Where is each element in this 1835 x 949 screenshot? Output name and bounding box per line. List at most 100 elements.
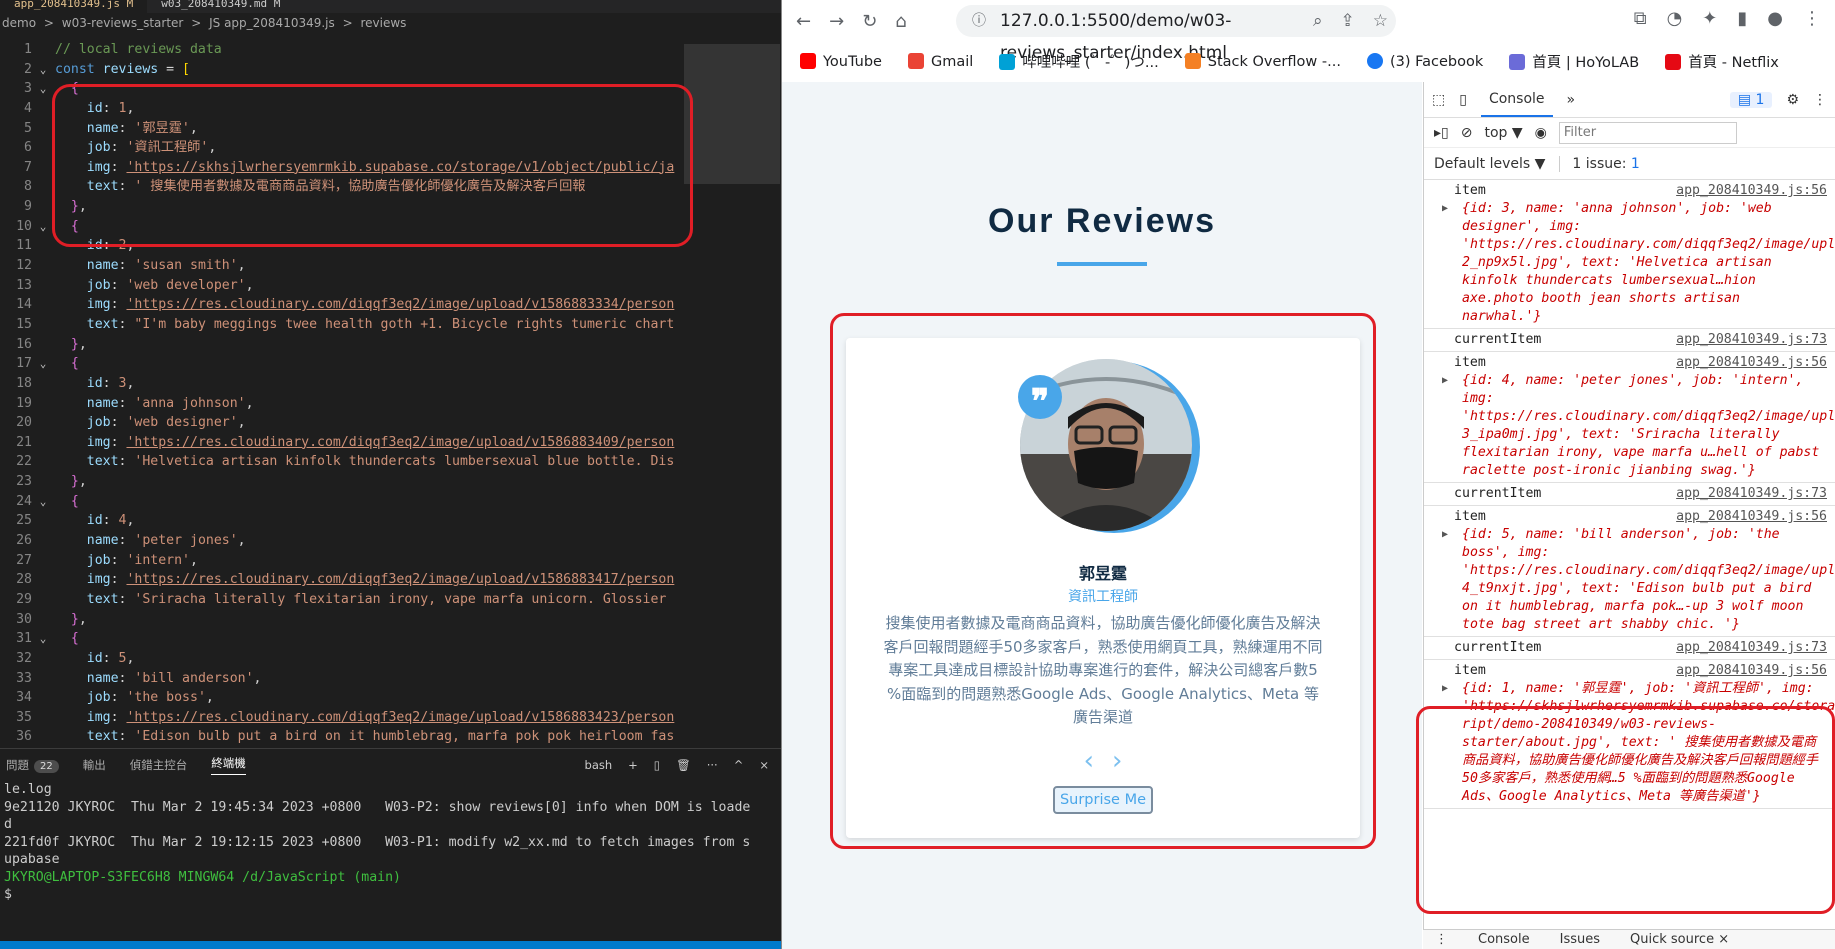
bookmark-stackoverflow[interactable]: Stack Overflow -... [1184,52,1341,70]
reload-icon[interactable]: ↻ [862,11,877,32]
bookmark-gmail[interactable]: Gmail [907,52,973,70]
new-terminal-icon[interactable]: + [628,758,638,772]
code-line[interactable]: 28 img: 'https://res.cloudinary.com/diqq… [0,570,781,590]
tab-app-js[interactable]: app_208410349.js M [0,0,148,13]
filter-input[interactable]: Filter [1558,121,1737,144]
inspect-icon[interactable]: ⬚ [1432,92,1445,108]
code-line[interactable]: 33 name: 'bill anderson', [0,669,781,689]
issues-indicator[interactable]: 1 issue: 1 [1559,155,1640,172]
code-line[interactable]: 19 name: 'anna johnson', [0,394,781,414]
code-line[interactable]: 25 id: 4, [0,511,781,531]
drawer-tab-issues[interactable]: Issues [1560,932,1600,947]
clear-console-icon[interactable]: ⊘ [1461,125,1473,141]
fold-chevron-icon[interactable]: ⌄ [32,60,54,80]
code-line[interactable]: 27 job: 'intern', [0,551,781,571]
back-icon[interactable]: ← [796,11,811,32]
code-line[interactable]: 29 text: 'Sriracha literally flexitarian… [0,590,781,610]
tab-console[interactable]: Console [1480,83,1553,117]
extension-icon[interactable]: ◔ [1667,8,1683,29]
live-expression-icon[interactable]: ◉ [1535,125,1547,141]
expand-arrow-icon[interactable]: ▶ [1442,200,1448,218]
drawer-tab-quick-source[interactable]: Quick source × [1630,932,1729,947]
code-line[interactable]: 15 text: "I'm baby meggings twee health … [0,315,781,335]
breadcrumb-folder[interactable]: w03-reviews_starter [62,16,184,30]
source-link[interactable]: app_208410349.js:56 [1676,182,1827,200]
menu-icon[interactable]: ⋮ [1803,8,1821,29]
bookmark-star-icon[interactable]: ☆ [1373,5,1388,37]
tab-output[interactable]: 輸出 [83,757,106,773]
breadcrumb-file[interactable]: JS app_208410349.js [209,16,335,30]
code-line[interactable]: 23 }, [0,472,781,492]
code-line[interactable]: 24 ⌄ { [0,492,781,512]
console-entry[interactable]: currentItem app_208410349.js:73 [1424,637,1835,660]
bookmark-youtube[interactable]: YouTube [800,52,882,70]
code-line[interactable]: 14 img: 'https://res.cloudinary.com/diqq… [0,295,781,315]
code-line[interactable]: 30 }, [0,610,781,630]
console-object[interactable]: ▶ {id: 5, name: 'bill anderson', job: 'th… [1442,526,1835,634]
code-line[interactable]: 12 name: 'susan smith', [0,256,781,276]
code-line[interactable]: 16 }, [0,335,781,355]
log-levels-dropdown[interactable]: Default levels ▼ [1434,156,1545,172]
expand-arrow-icon[interactable]: ▶ [1442,526,1448,544]
code-line[interactable]: 17 ⌄ { [0,354,781,374]
drawer-tab-console[interactable]: Console [1478,932,1530,947]
shell-selector[interactable]: bash [585,758,613,772]
forward-icon[interactable]: → [829,11,844,32]
home-icon[interactable]: ⌂ [895,11,906,32]
address-bar[interactable]: ⓘ 127.0.0.1:5500/demo/w03-reviews_starte… [956,5,1396,63]
tab-terminal[interactable]: 終端機 [211,755,246,775]
console-entry[interactable]: item app_208410349.js:56 ▶ {id: 4, name: 'p… [1424,352,1835,483]
bookmark-bilibili[interactable]: 哔哩哔哩 (゜-゜)つ... [999,51,1159,72]
source-link[interactable]: app_208410349.js:73 [1676,485,1827,503]
split-terminal-icon[interactable]: ▯ [654,758,660,772]
code-line[interactable]: 20 job: 'web designer', [0,413,781,433]
tab-w03-md[interactable]: w03_208410349.md M [147,0,294,13]
device-toggle-icon[interactable]: ▯ [1459,92,1467,108]
console-object[interactable]: ▶ {id: 4, name: 'peter jones', job: 'inte… [1442,372,1835,480]
context-selector[interactable]: top ▼ [1484,125,1522,141]
source-link[interactable]: app_208410349.js:73 [1676,639,1827,657]
code-line[interactable]: 26 name: 'peter jones', [0,531,781,551]
code-line[interactable]: 13 job: 'web developer', [0,276,781,296]
bookmark-facebook[interactable]: (3) Facebook [1366,52,1483,70]
messages-badge[interactable]: ▤ 1 [1729,91,1773,108]
source-link[interactable]: app_208410349.js:56 [1676,662,1827,680]
console-entry[interactable]: item app_208410349.js:56 ▶ {id: 5, name: 'b… [1424,506,1835,637]
fold-chevron-icon[interactable]: ⌄ [32,492,54,512]
code-line[interactable]: 22 text: 'Helvetica artisan kinfolk thun… [0,452,781,472]
console-entry[interactable]: item app_208410349.js:56 ▶ {id: 3, name: 'a… [1424,180,1835,329]
code-line[interactable]: 1 // local reviews data [0,40,781,60]
code-line[interactable]: 31 ⌄ { [0,629,781,649]
puzzle-icon[interactable]: ✦ [1702,8,1717,29]
avatar[interactable]: ● [1767,8,1783,29]
fold-chevron-icon[interactable]: ⌄ [32,217,54,237]
drawer-menu-icon[interactable]: ⋮ [1435,932,1448,947]
devtools-menu-icon[interactable]: ⋮ [1813,92,1835,108]
more-icon[interactable]: ··· [707,758,718,772]
tab-problems[interactable]: 問題 22 [6,757,59,773]
code-line[interactable]: 35 img: 'https://res.cloudinary.com/diqq… [0,708,781,728]
source-link[interactable]: app_208410349.js:56 [1676,508,1827,526]
fold-chevron-icon[interactable]: ⌄ [32,79,54,99]
source-link[interactable]: app_208410349.js:56 [1676,354,1827,372]
sidepanel-icon[interactable]: ▮ [1737,8,1747,29]
sidebar-toggle-icon[interactable]: ▸▯ [1434,125,1449,141]
source-link[interactable]: app_208410349.js:73 [1676,331,1827,349]
site-info-icon[interactable]: ⓘ [972,5,986,37]
console-entry[interactable]: currentItem app_208410349.js:73 [1424,483,1835,506]
code-line[interactable]: 36 text: 'Edison bulb put a bird on it h… [0,727,781,747]
terminal[interactable]: le.log 9e21120 JKYROC Thu Mar 2 19:45:34… [0,781,781,904]
code-line[interactable]: 34 job: 'the boss', [0,688,781,708]
translate-icon[interactable]: ⧉ [1634,8,1647,29]
breadcrumb-demo[interactable]: demo [2,16,36,30]
code-line[interactable]: 32 id: 5, [0,649,781,669]
zoom-icon[interactable]: ⌕ [1313,5,1323,37]
expand-arrow-icon[interactable]: ▶ [1442,680,1448,698]
code-line[interactable]: 21 img: 'https://res.cloudinary.com/diqq… [0,433,781,453]
bookmark-hoyolab[interactable]: 首頁 | HoYoLAB [1509,51,1639,72]
expand-arrow-icon[interactable]: ▶ [1442,372,1448,390]
code-line[interactable]: 18 id: 3, [0,374,781,394]
maximize-icon[interactable]: ^ [734,758,744,772]
code-line[interactable]: 2 ⌄ const reviews = [ [0,60,781,80]
fold-chevron-icon[interactable]: ⌄ [32,354,54,374]
